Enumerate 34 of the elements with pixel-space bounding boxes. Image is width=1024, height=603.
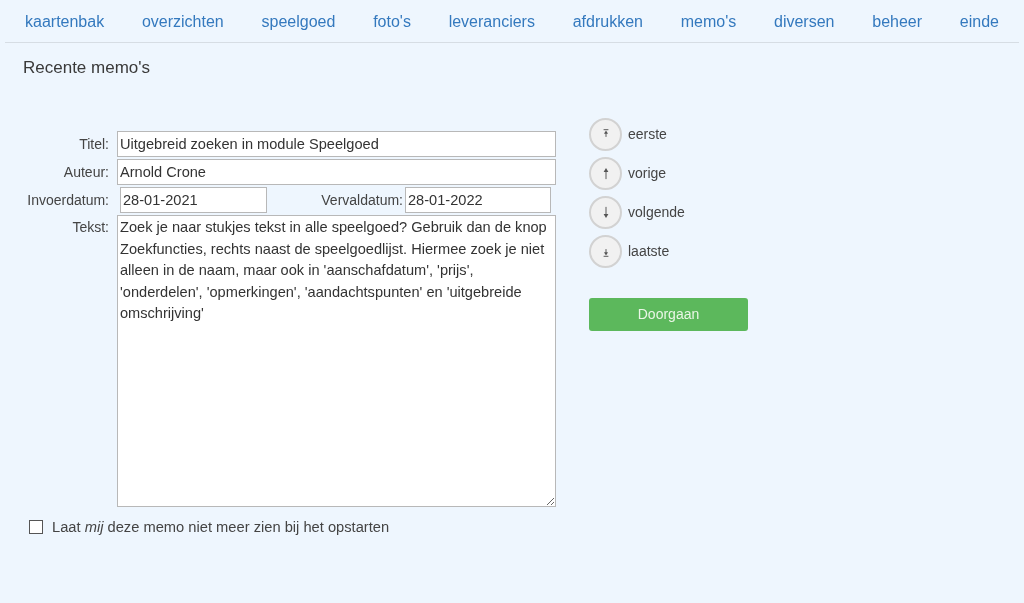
nav-button-label: vorige	[628, 164, 667, 183]
nav-link[interactable]: speelgoed	[261, 11, 336, 31]
round-nav-button[interactable]	[589, 118, 622, 151]
arrow-down-icon	[601, 206, 610, 219]
nav-link[interactable]: foto's	[373, 11, 411, 31]
nav-link[interactable]: afdrukken	[572, 11, 643, 31]
field-label: Auteur:	[62, 162, 110, 182]
continue-button[interactable]: Doorgaan	[589, 298, 748, 331]
nav-button-label: volgende	[628, 203, 685, 222]
nav-link[interactable]: leveranciers	[448, 11, 535, 31]
nav-link[interactable]: beheer	[872, 11, 923, 31]
field-label: Tekst:	[71, 218, 110, 237]
round-nav-button[interactable]	[589, 196, 622, 229]
text-field[interactable]: Uitgebreid zoeken in module Speelgoed	[117, 131, 556, 157]
date-field[interactable]: 28-01-2022	[405, 187, 551, 213]
round-nav-button[interactable]	[589, 235, 622, 268]
nav-link[interactable]: kaartenbak	[25, 11, 105, 31]
nav-link[interactable]: memo's	[680, 11, 737, 31]
nav-button-label: eerste	[628, 125, 667, 144]
nav-link[interactable]: einde	[959, 11, 999, 31]
checkbox[interactable]	[29, 520, 43, 534]
field-label: Invoerdatum:	[26, 190, 110, 210]
date-field[interactable]: 28-01-2021	[120, 187, 267, 213]
nav-button-label: laatste	[628, 242, 670, 261]
text-area[interactable]: Zoek je naar stukjes tekst in alle speelgoed? Gebruik dan de knop Zoekfuncties, rechts naast de speelgoedlijst. Hiermee zoek je niet alleen in de naam, maar ook in 'aanschafdatum', 'prijs', 'onderdelen', 'opmerkingen', 'aandachtspunten' en 'uitgebreide omschrijving'	[117, 215, 556, 507]
arrow-up-icon	[601, 167, 610, 180]
page-title: Recente memo's	[22, 57, 152, 79]
text-field[interactable]: Arnold Crone	[117, 159, 556, 185]
nav-link[interactable]: overzichten	[141, 11, 224, 31]
field-label: Titel:	[78, 134, 110, 154]
checkbox-label: Laat mij deze memo niet meer zien bij het opstarten	[52, 518, 390, 537]
nav-link[interactable]: diversen	[774, 11, 835, 31]
round-nav-button[interactable]	[589, 157, 622, 190]
field-label: Vervaldatum:	[320, 190, 404, 210]
